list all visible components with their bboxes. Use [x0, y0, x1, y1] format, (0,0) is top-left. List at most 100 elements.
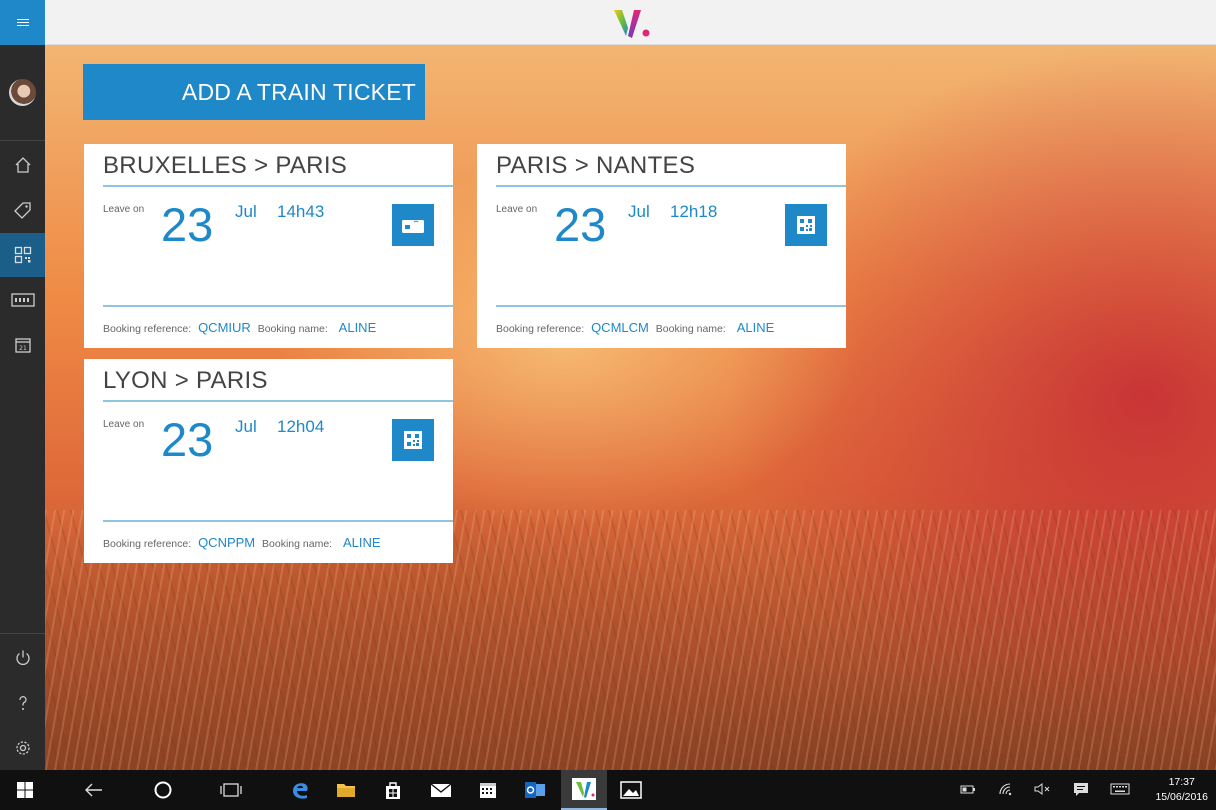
- sidebar-item-calendar[interactable]: 21: [0, 323, 45, 367]
- contactless-card-icon: [402, 218, 424, 233]
- v-app-button[interactable]: [561, 770, 607, 810]
- leave-on-label: Leave on: [103, 419, 145, 430]
- departure-month: Jul: [235, 202, 257, 221]
- task-view-icon: [220, 783, 242, 797]
- v-logo-icon: [614, 10, 650, 38]
- booking-reference-label: Booking reference:: [496, 323, 585, 335]
- tag-icon: [13, 202, 31, 219]
- edge-icon: [293, 783, 308, 799]
- calendar-icon: [480, 783, 496, 798]
- ticket-type-button[interactable]: [392, 419, 434, 461]
- booking-info: Booking reference: QCMLCM Booking name: …: [496, 320, 778, 335]
- photos-icon: [620, 781, 642, 799]
- booking-reference-label: Booking reference:: [103, 538, 192, 550]
- top-bar: [45, 0, 1216, 45]
- ticket-route: PARIS > NANTES: [496, 152, 696, 179]
- departure-time: 12h04: [277, 417, 325, 436]
- clock-time: 17:37: [1168, 776, 1195, 788]
- file-explorer-button[interactable]: [323, 770, 369, 810]
- booking-name-value: ALINE: [343, 535, 381, 550]
- file-explorer-icon: [337, 784, 355, 797]
- card-divider: [103, 185, 453, 187]
- clock[interactable]: 17:37 15/06/2016: [1155, 775, 1208, 805]
- sidebar-divider: [0, 140, 45, 141]
- sidebar-item-settings[interactable]: [0, 726, 45, 770]
- sidebar-item-tickets[interactable]: [0, 233, 45, 277]
- gear-icon: [15, 741, 30, 755]
- battery-icon[interactable]: [960, 782, 976, 796]
- booking-name-value: ALINE: [736, 320, 775, 335]
- leave-on-label: Leave on: [103, 204, 145, 215]
- sidebar-item-help[interactable]: [0, 681, 45, 725]
- calendar-button[interactable]: [465, 770, 511, 810]
- sidebar: 21: [0, 0, 45, 770]
- card-divider: [496, 185, 846, 187]
- booking-name-label: Booking name:: [262, 538, 333, 550]
- calendar-icon: 21: [14, 338, 31, 353]
- store-button[interactable]: [370, 770, 416, 810]
- keyboard-icon[interactable]: [1110, 782, 1130, 796]
- taskbar: 17:37 15/06/2016: [0, 770, 1216, 810]
- photos-button[interactable]: [608, 770, 654, 810]
- booking-reference-value: QCNPPM: [198, 535, 256, 550]
- booking-reference-value: QCMIUR: [198, 320, 251, 335]
- booking-info: Booking reference: QCMIUR Booking name: …: [103, 320, 380, 335]
- departure-time: 14h43: [277, 202, 325, 221]
- power-icon: [15, 650, 30, 665]
- card-divider: [496, 305, 846, 307]
- ticket-card[interactable]: PARIS > NANTES Leave on 23 Jul 12h18 Boo…: [477, 144, 846, 348]
- volume-muted-icon[interactable]: [1034, 782, 1052, 796]
- home-icon: [15, 157, 30, 173]
- sidebar-item-logout[interactable]: [0, 636, 45, 680]
- departure-day: 23: [554, 198, 607, 251]
- departure-month: Jul: [235, 417, 257, 436]
- mail-button[interactable]: [418, 770, 464, 810]
- task-view-button[interactable]: [208, 770, 254, 810]
- card-divider: [103, 305, 453, 307]
- booking-name-label: Booking name:: [257, 323, 328, 335]
- qr-code-icon: [404, 431, 422, 449]
- leave-on-label: Leave on: [496, 204, 538, 215]
- back-button[interactable]: [71, 770, 117, 810]
- ticket-route: LYON > PARIS: [103, 367, 268, 394]
- cortana-icon: [154, 781, 172, 799]
- ticket-card[interactable]: BRUXELLES > PARIS Leave on 23 Jul 14h43 …: [84, 144, 453, 348]
- mail-icon: [430, 783, 452, 797]
- ticket-type-button[interactable]: [785, 204, 827, 246]
- wifi-icon[interactable]: [998, 782, 1014, 796]
- add-train-ticket-button[interactable]: ADD A TRAIN TICKET: [83, 64, 425, 120]
- departure-day: 23: [161, 413, 214, 466]
- booking-reference-value: QCMLCM: [591, 320, 649, 335]
- card-divider: [103, 400, 453, 402]
- qr-code-icon: [797, 216, 815, 234]
- sidebar-item-cards[interactable]: [0, 278, 45, 322]
- sidebar-item-tags[interactable]: [0, 188, 45, 232]
- booking-name-value: ALINE: [338, 320, 377, 335]
- qr-code-icon: [14, 246, 31, 264]
- cortana-button[interactable]: [140, 770, 186, 810]
- departure-month: Jul: [628, 202, 650, 221]
- card-icon: [10, 293, 35, 307]
- departure-time: 12h18: [670, 202, 718, 221]
- ticket-type-button[interactable]: [392, 204, 434, 246]
- outlook-icon: [525, 782, 545, 798]
- departure-day: 23: [161, 198, 214, 251]
- start-button[interactable]: [2, 770, 48, 810]
- svg-text:21: 21: [19, 345, 27, 352]
- ticket-card[interactable]: LYON > PARIS Leave on 23 Jul 12h04 Booki…: [84, 359, 453, 563]
- notifications-icon[interactable]: [1073, 782, 1089, 797]
- help-icon: [18, 696, 27, 710]
- card-divider: [103, 520, 453, 522]
- v-app-icon: [572, 778, 596, 800]
- booking-reference-label: Booking reference:: [103, 323, 192, 335]
- avatar[interactable]: [9, 79, 36, 106]
- clock-date: 15/06/2016: [1155, 791, 1208, 803]
- sidebar-divider: [0, 633, 45, 634]
- outlook-button[interactable]: [512, 770, 558, 810]
- ticket-route: BRUXELLES > PARIS: [103, 152, 348, 179]
- hamburger-icon[interactable]: [0, 0, 45, 45]
- sidebar-item-home[interactable]: [0, 143, 45, 187]
- windows-start-icon: [17, 782, 33, 798]
- back-arrow-icon: [85, 783, 102, 797]
- edge-button[interactable]: [277, 770, 323, 810]
